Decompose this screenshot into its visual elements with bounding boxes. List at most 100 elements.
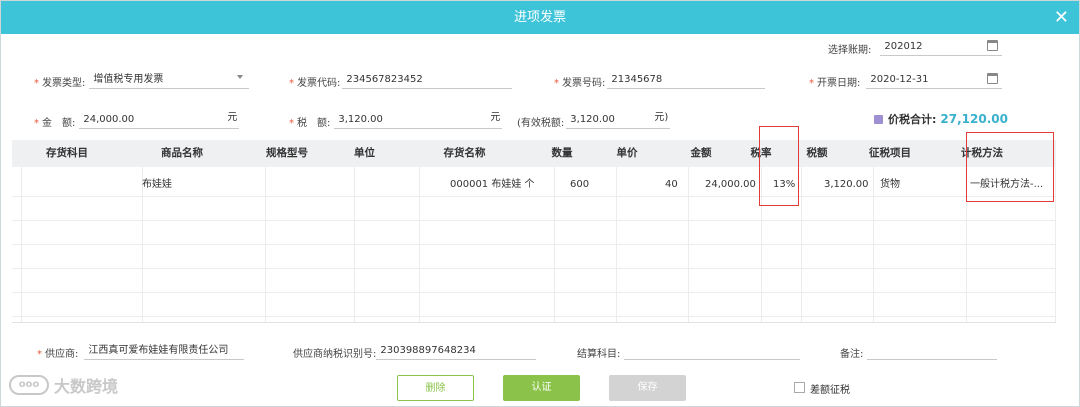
- confirm-button[interactable]: 认证: [503, 375, 580, 401]
- remark-input[interactable]: [867, 342, 998, 360]
- grid-line: [21, 167, 22, 322]
- cell-product[interactable]: 布娃娃: [142, 173, 172, 197]
- period-input[interactable]: 202012: [880, 38, 1003, 56]
- supplier-tax-id-input[interactable]: 230398897648234: [376, 342, 537, 360]
- cell-tax[interactable]: 3,120.00: [824, 173, 869, 197]
- supplier-tax-id-label: 供应商纳税识别号:: [293, 349, 377, 360]
- supplier-field: * 供应商: 江西真可爱布娃娃有限责任公司: [37, 340, 245, 360]
- table-row[interactable]: [12, 221, 1056, 245]
- grid-line: [554, 167, 555, 322]
- amount-label: 金 额:: [42, 118, 76, 129]
- required-mark: *: [289, 78, 294, 89]
- cell-tax-item[interactable]: 货物: [880, 173, 900, 197]
- required-mark: *: [34, 118, 39, 129]
- cell-amount[interactable]: 24,000.00: [705, 173, 756, 197]
- invoice-date-value: 2020-12-31: [870, 74, 929, 85]
- invoice-code-label: 发票代码:: [297, 78, 341, 89]
- col-header: 存货科目: [46, 147, 88, 159]
- col-header: 单价: [616, 147, 638, 159]
- valid-tax-value: 3,120.00: [570, 114, 615, 125]
- chevron-down-icon: [237, 75, 244, 79]
- remark-field: 备注:: [840, 340, 998, 360]
- col-header: 单位: [354, 147, 375, 159]
- total-label: 价税合计:: [888, 113, 937, 126]
- invoice-type-select[interactable]: 增值税专用发票: [89, 71, 250, 89]
- table-row[interactable]: [12, 269, 1056, 293]
- tax-field: * 税 额: 3,120.00 元: [289, 109, 503, 129]
- grid-line: [354, 167, 355, 322]
- watermark-logo: ooo 大数跨境: [9, 373, 118, 397]
- cell-price[interactable]: 40: [665, 173, 678, 197]
- supplier-value: 江西真可爱布娃娃有限责任公司: [88, 345, 229, 356]
- invoice-type-label: 发票类型:: [42, 78, 86, 89]
- remark-label: 备注:: [840, 349, 864, 360]
- valid-tax-unit: 元): [654, 112, 669, 123]
- settle-account-input[interactable]: [624, 342, 801, 360]
- grid-line: [419, 167, 420, 322]
- dialog-title: 进项发票: [513, 10, 566, 25]
- invoice-type-value: 增值税专用发票: [93, 74, 164, 85]
- calendar-icon[interactable]: [987, 40, 999, 51]
- total-icon: [874, 114, 883, 124]
- calendar-icon[interactable]: [987, 73, 999, 84]
- title-bar: 进项发票 ✕: [1, 1, 1079, 34]
- total-value: 27,120.00: [940, 112, 1008, 126]
- invoice-date-input[interactable]: 2020-12-31: [866, 71, 1003, 89]
- required-mark: *: [289, 118, 294, 129]
- grid-line: [873, 167, 874, 322]
- invoice-date-label: 开票日期:: [817, 78, 861, 89]
- highlight-box-method: [966, 132, 1054, 202]
- amount-input[interactable]: 24,000.00 元: [79, 111, 240, 129]
- total-summary: 价税合计: 27,120.00: [874, 111, 1008, 127]
- col-header: 存货名称: [443, 147, 486, 159]
- invoice-number-label: 发票号码:: [562, 78, 606, 89]
- invoice-date-field: * 开票日期: 2020-12-31: [809, 69, 1003, 89]
- tax-input[interactable]: 3,120.00 元: [334, 111, 503, 129]
- invoice-code-value: 234567823452: [346, 74, 423, 85]
- supplier-input[interactable]: 江西真可爱布娃娃有限责任公司: [84, 342, 245, 360]
- valid-tax-input[interactable]: 3,120.00 元): [566, 111, 671, 129]
- period-value: 202012: [884, 41, 923, 52]
- supplier-tax-id-field: 供应商纳税识别号: 230398897648234: [293, 340, 537, 360]
- grid-line: [688, 167, 689, 322]
- grid-line: [616, 167, 617, 322]
- col-header: 金额: [690, 147, 712, 159]
- grid-line: [801, 167, 802, 322]
- required-mark: *: [554, 78, 559, 89]
- table-row[interactable]: [12, 197, 1056, 221]
- period-label: 选择账期:: [828, 45, 872, 56]
- col-header: 数量: [551, 147, 573, 159]
- save-button[interactable]: 保存: [609, 375, 686, 401]
- delete-button[interactable]: 删除: [397, 375, 474, 401]
- table-header: 存货科目 商品名称 规格型号 单位 存货名称 数量 单价 金额 税率 税额 征税…: [12, 140, 1056, 167]
- invoice-code-input[interactable]: 234567823452: [342, 71, 513, 89]
- supplier-tax-id-value: 230398897648234: [380, 345, 476, 356]
- table-row[interactable]: [12, 293, 1056, 317]
- required-mark: *: [37, 349, 42, 360]
- settle-account-field: 结算科目:: [577, 340, 801, 360]
- settle-account-label: 结算科目:: [577, 349, 621, 360]
- invoice-number-field: * 发票号码: 21345678: [554, 69, 766, 89]
- table-row[interactable]: [12, 245, 1056, 269]
- required-mark: *: [809, 78, 814, 89]
- cell-qty[interactable]: 600: [570, 173, 589, 197]
- cell-inventory[interactable]: 000001 布娃娃 个: [450, 173, 535, 197]
- tax-label: 税 额:: [297, 118, 331, 129]
- grid-line: [1055, 167, 1056, 322]
- invoice-number-input[interactable]: 21345678: [607, 71, 766, 89]
- invoice-type-field: * 发票类型: 增值税专用发票: [34, 69, 250, 89]
- difference-tax-label: 差额征税: [810, 385, 850, 396]
- amount-unit: 元: [227, 112, 238, 123]
- highlight-box-rate: [759, 126, 799, 206]
- invoice-number-value: 21345678: [611, 74, 663, 85]
- required-mark: *: [34, 78, 39, 89]
- difference-tax-checkbox[interactable]: [794, 382, 805, 393]
- valid-tax-field: (有效税额: 3,120.00 元): [517, 109, 671, 129]
- period-field: 选择账期: 202012: [828, 36, 1003, 56]
- col-header: 规格型号: [266, 147, 308, 159]
- amount-field: * 金 额: 24,000.00 元: [34, 109, 240, 129]
- watermark-icon: ooo: [9, 375, 49, 395]
- close-icon[interactable]: ✕: [1054, 1, 1069, 34]
- line-items-table: 存货科目 商品名称 规格型号 单位 存货名称 数量 单价 金额 税率 税额 征税…: [12, 126, 1056, 323]
- tax-value: 3,120.00: [338, 114, 383, 125]
